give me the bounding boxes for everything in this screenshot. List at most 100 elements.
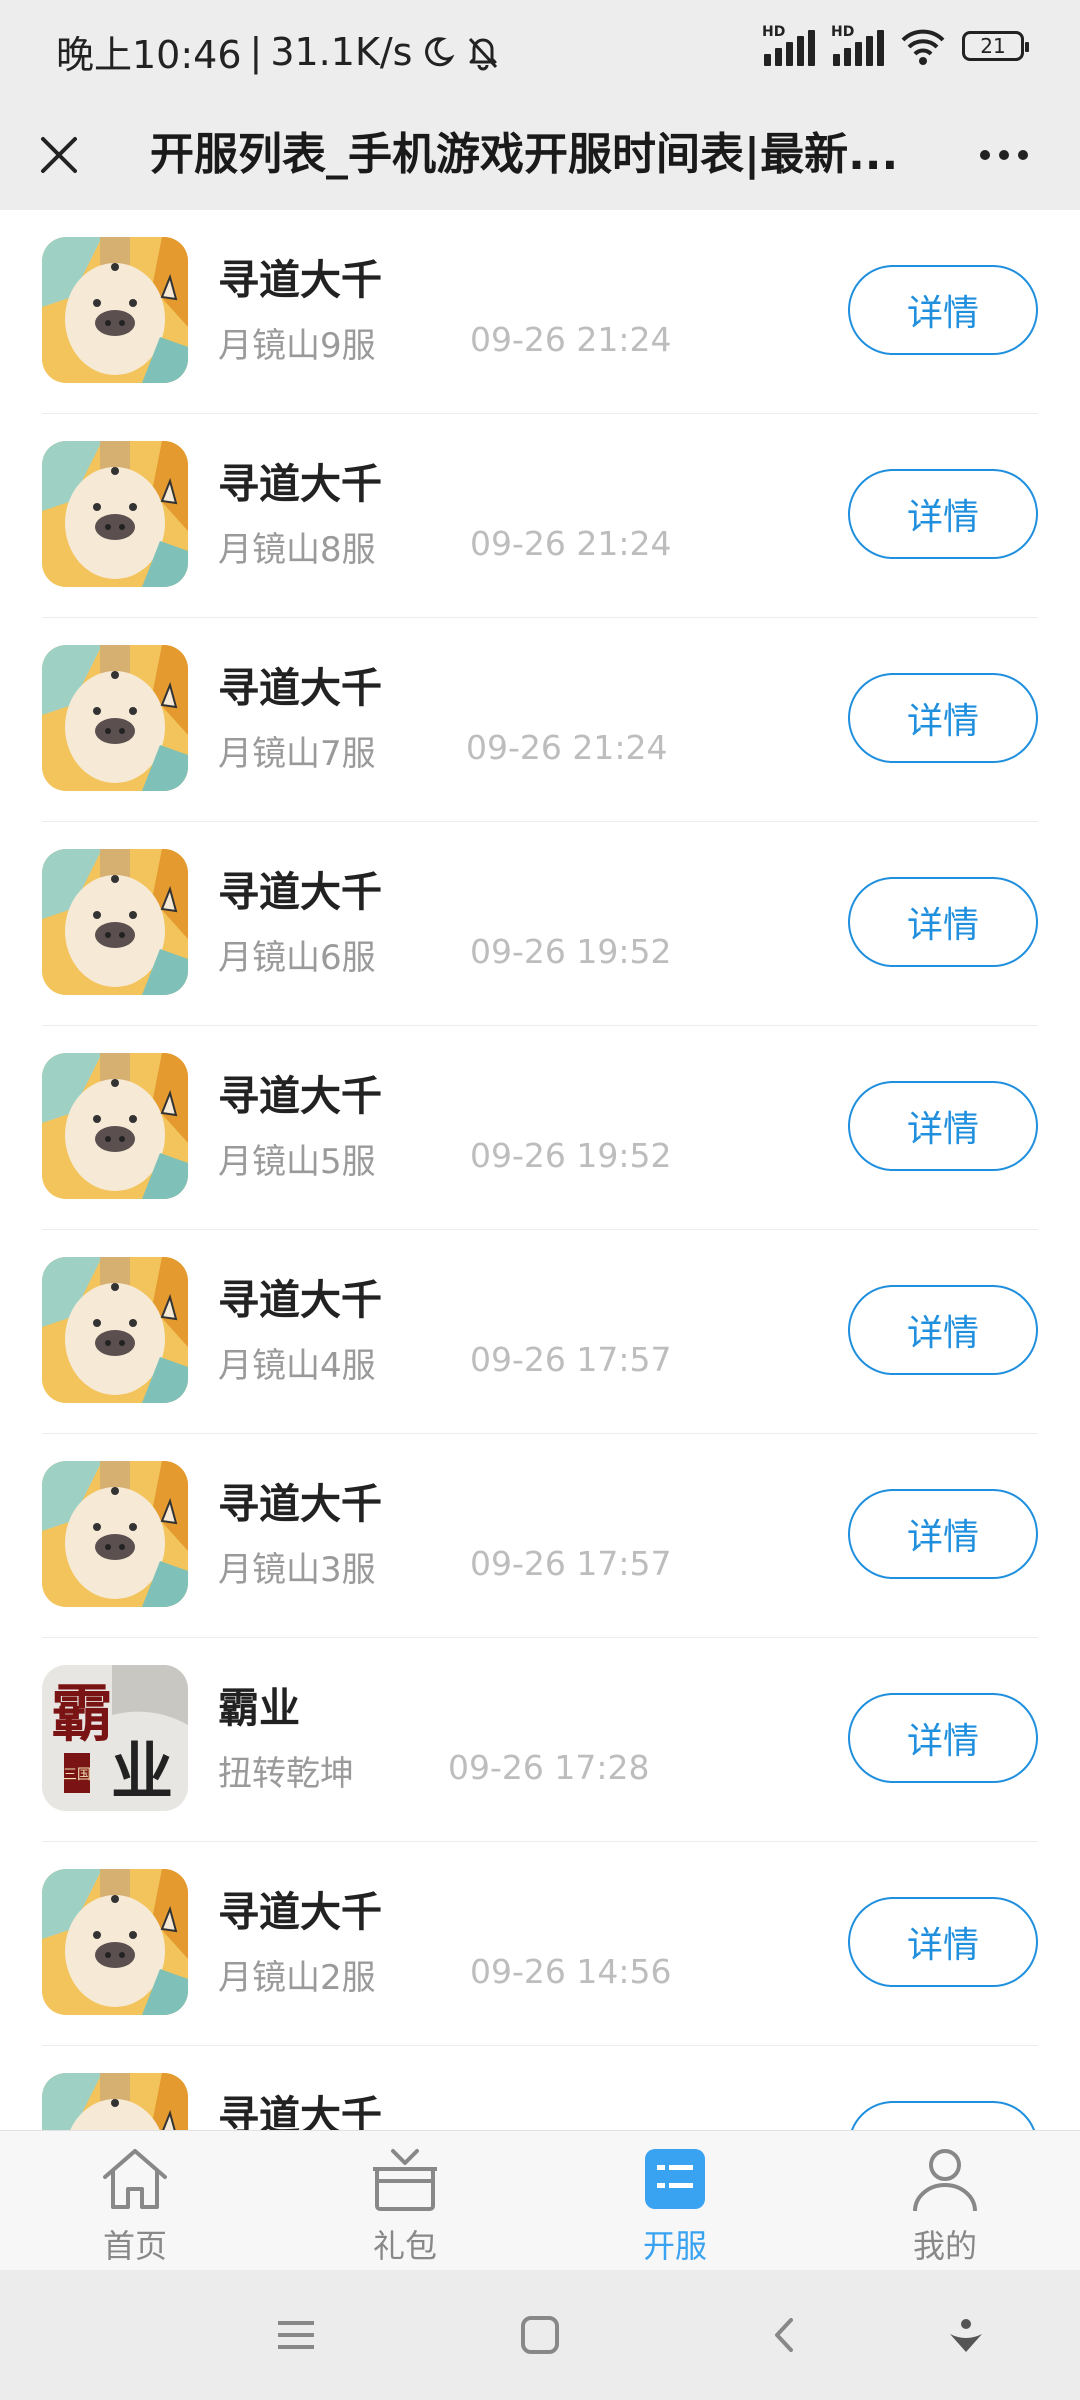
detail-button[interactable]: 详情	[848, 877, 1038, 967]
status-separator: |	[249, 29, 263, 74]
game-name: 寻道大千	[218, 256, 382, 304]
detail-button[interactable]: 详情	[848, 673, 1038, 763]
list-item[interactable]: 寻道大千月镜山3服 09-26 17:57 详情	[42, 1434, 1038, 1638]
svg-text:业: 业	[111, 1739, 173, 1807]
pig-sage-game-icon[interactable]	[42, 237, 188, 383]
detail-button[interactable]: 详情	[848, 469, 1038, 559]
battery-icon: 21	[962, 31, 1029, 61]
server-name: 扭转乾坤	[218, 1754, 354, 1794]
server-name: 月镜山8服	[218, 530, 376, 570]
detail-button[interactable]: 详情	[848, 1081, 1038, 1171]
page-title: 开服列表_手机游戏开服时间表|最新...	[150, 129, 899, 180]
open-time: 09-26 17:57	[470, 1544, 672, 1583]
status-bar: 晚上10:46 | 31.1K/s HD HD 21	[0, 0, 1080, 100]
square-home-icon	[521, 2316, 559, 2354]
tab-home-label: 首页	[102, 2227, 167, 2265]
game-name: 寻道大千	[218, 460, 382, 508]
list-item[interactable]: 寻道大千 月镜山9服 09-26 21:24 详情	[42, 210, 1038, 414]
pig-sage-game-icon[interactable]	[42, 849, 188, 995]
pig-sage-game-icon[interactable]	[42, 1257, 188, 1403]
back-button[interactable]	[754, 2310, 814, 2360]
tab-profile-label: 我的	[912, 2227, 977, 2265]
detail-button[interactable]: 详情	[848, 1285, 1038, 1375]
assistant-icon	[950, 2319, 982, 2352]
battery-level: 21	[980, 34, 1006, 58]
server-name: 月镜山7服	[218, 734, 376, 774]
open-time: 09-26 21:24	[466, 728, 668, 767]
open-time: 09-26 14:56	[470, 1952, 672, 1991]
game-name: 霸业	[218, 1684, 300, 1732]
list-item[interactable]: 寻道大千月镜山5服 09-26 19:52 详情	[42, 1026, 1038, 1230]
signal-1-icon: HD	[762, 24, 815, 66]
server-name: 月镜山4服	[218, 1346, 376, 1386]
detail-button[interactable]: 详情	[848, 265, 1038, 355]
pig-sage-game-icon[interactable]	[42, 441, 188, 587]
svg-text:霸: 霸	[51, 1681, 113, 1749]
server-name: 月镜山9服	[218, 326, 376, 366]
bell-muted-icon	[469, 37, 498, 70]
svg-text:三国: 三国	[63, 1768, 91, 1783]
detail-button[interactable]: 详情	[848, 1897, 1038, 1987]
back-icon	[775, 2318, 793, 2352]
more-options-button[interactable]	[964, 120, 1044, 190]
more-dot-icon	[980, 150, 990, 160]
open-time: 09-26 21:24	[470, 524, 672, 563]
status-time: 晚上10:46	[56, 33, 242, 77]
game-name: 寻道大千	[218, 664, 382, 712]
server-name: 月镜山6服	[218, 938, 376, 978]
pig-sage-game-icon[interactable]	[42, 1053, 188, 1199]
list-item[interactable]: 寻道大千月镜山4服 09-26 17:57 详情	[42, 1230, 1038, 1434]
close-button[interactable]	[24, 120, 94, 190]
status-left: 晚上10:46 | 31.1K/s	[56, 24, 502, 79]
detail-button[interactable]: 详情	[848, 2101, 1038, 2130]
open-time: 09-26 19:52	[470, 932, 672, 971]
open-time: 09-26 17:28	[448, 1748, 650, 1787]
signal-2-icon: HD	[831, 24, 884, 66]
tab-profile[interactable]: 我的	[810, 2131, 1080, 2270]
profile-icon	[907, 2141, 983, 2217]
tab-home[interactable]: 首页	[0, 2131, 270, 2270]
server-name: 月镜山3服	[218, 1550, 376, 1590]
bottom-tab-bar: 首页 礼包 开服 我的	[0, 2130, 1080, 2270]
open-time: 09-26 17:57	[470, 1340, 672, 1379]
status-right: HD HD 21	[762, 24, 1029, 66]
server-name: 月镜山2服	[218, 1958, 376, 1998]
game-name: 寻道大千	[218, 1480, 382, 1528]
tab-gift-label: 礼包	[372, 2227, 437, 2265]
detail-button[interactable]: 详情	[848, 1489, 1038, 1579]
list-item[interactable]: 寻道大千月镜山7服 09-26 21:24 详情	[42, 618, 1038, 822]
more-dot-icon	[1018, 150, 1028, 160]
server-name: 月镜山5服	[218, 1142, 376, 1182]
server-list[interactable]: 寻道大千 月镜山9服 09-26 21:24 详情 寻道大千 月镜山8服 09-26 21:…	[0, 210, 1080, 2130]
game-name: 寻道大千	[218, 1888, 382, 1936]
system-nav-bar	[0, 2270, 1080, 2400]
list-item[interactable]: 寻道大千月镜山2服 09-26 14:56 详情	[42, 1842, 1038, 2046]
game-name: 寻道大千	[218, 2092, 382, 2130]
pig-sage-game-icon[interactable]	[42, 2073, 188, 2130]
baye-game-icon[interactable]: 霸业 三国	[42, 1665, 188, 1811]
menu-icon	[278, 2321, 314, 2349]
pig-sage-game-icon[interactable]	[42, 1461, 188, 1607]
network-speed: 31.1K/s	[270, 29, 413, 74]
home-nav-button[interactable]	[510, 2310, 570, 2360]
tab-gift[interactable]: 礼包	[270, 2131, 540, 2270]
tab-server-list[interactable]: 开服	[540, 2131, 810, 2270]
moon-icon	[425, 36, 456, 66]
gift-icon	[367, 2141, 443, 2217]
pig-sage-game-icon[interactable]	[42, 1869, 188, 2015]
game-name: 寻道大千	[218, 1072, 382, 1120]
more-dot-icon	[999, 150, 1009, 160]
close-icon	[41, 137, 77, 173]
menu-button[interactable]	[266, 2310, 326, 2360]
list-item[interactable]: 寻道大千 详情	[42, 2046, 1038, 2130]
pig-sage-game-icon[interactable]	[42, 645, 188, 791]
list-item[interactable]: 霸业三国 霸业 扭转乾坤 09-26 17:28 详情	[42, 1638, 1038, 1842]
game-name: 寻道大千	[218, 1276, 382, 1324]
title-bar: 开服列表_手机游戏开服时间表|最新...	[0, 100, 1080, 210]
list-item[interactable]: 寻道大千月镜山8服 09-26 21:24 详情	[42, 414, 1038, 618]
wifi-icon	[901, 29, 945, 65]
detail-button[interactable]: 详情	[848, 1693, 1038, 1783]
list-item[interactable]: 寻道大千 月镜山6服 09-26 19:52 详情	[42, 822, 1038, 1026]
assistant-button[interactable]	[936, 2310, 996, 2360]
open-time: 09-26 19:52	[470, 1136, 672, 1175]
